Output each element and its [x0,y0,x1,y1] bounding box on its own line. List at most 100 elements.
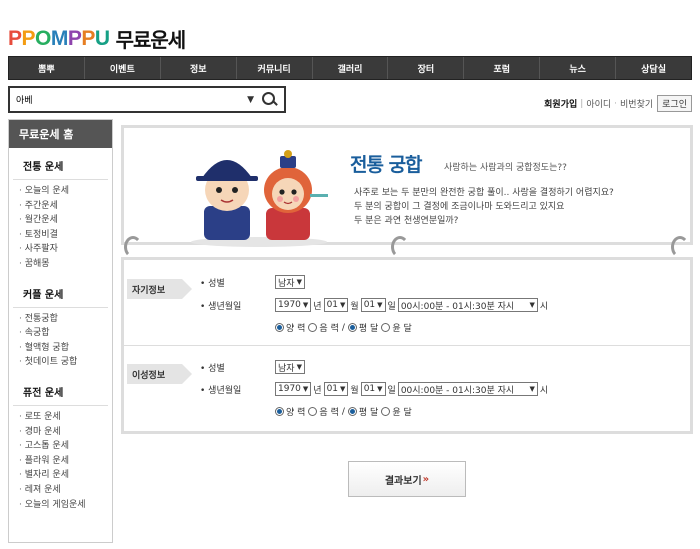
partner-day-select[interactable]: 01 ▼ [360,382,386,396]
radio-label: 평 달 [358,408,379,418]
gender-label: 성별 [200,361,225,374]
sidebar-item[interactable]: 고스톱 운세 [19,439,112,454]
month-unit: 월 [350,385,359,396]
binder-ring-icon [671,236,689,258]
sidebar-item[interactable]: 레져 운세 [19,483,112,498]
sidebar-item[interactable]: 경마 운세 [19,425,112,440]
divider: | [580,98,584,109]
binder-ring-icon [391,236,409,258]
search-icon[interactable] [260,91,278,109]
sidebar-section-couple: 커플 운세 전통궁합 속궁합 혈액형 궁합 첫데이트 궁합 [9,276,112,374]
sidebar-section-traditional: 전통 운세 오늘의 운세 주간운세 월간운세 토정비결 사주팔자 꿈해몽 [9,148,112,276]
search-dropdown-caret-icon[interactable]: ▼ [247,95,254,105]
sidebar-item[interactable]: 속궁합 [19,326,112,341]
sidebar-section-title: 전통 운세 [13,154,108,180]
sidebar-item[interactable]: 오늘의 게임운세 [19,498,112,513]
radio-label: 윤 달 [392,408,412,418]
banner-title: 전통 궁합 [350,154,423,176]
partner-lunar-radio[interactable] [308,407,318,416]
binder-ring-icon [124,236,142,258]
ppomppu-logo: PPOMPPU [8,26,110,50]
compatibility-form: 자기정보 성별 남자▼ 생년월일 1970▼ 년 01▼ 월 01▼ 일 00시… [121,257,693,434]
radio-label: 양 력 [286,408,306,418]
sidebar-item[interactable]: 전통궁합 [19,312,112,327]
partner-solar-radio[interactable] [275,407,284,416]
banner-subtitle: 사랑하는 사람과의 궁합정도는?? [444,163,567,173]
gender-label: 성별 [200,276,225,289]
sidebar-item[interactable]: 주간운세 [19,199,112,214]
radio-label: 음 력 [319,324,339,334]
partner-leap-month-radio[interactable] [381,407,391,416]
sidebar-item[interactable]: 오늘의 운세 [19,184,112,199]
nav-item-counsel[interactable]: 상담실 [616,57,691,79]
self-leap-month-radio[interactable] [381,323,391,332]
nav-item-community[interactable]: 커뮤니티 [237,57,313,79]
banner-description: 사주로 보는 두 분만의 완전한 궁합 풀이.. 사랑을 결정하기 어렵지요? … [354,186,614,228]
sidebar-item[interactable]: 월간운세 [19,213,112,228]
sidebar-item[interactable]: 플라워 운세 [19,454,112,469]
nav-item-gallery[interactable]: 갤러리 [313,57,389,79]
day-unit: 일 [387,385,396,396]
self-lunar-radio[interactable] [308,323,318,332]
double-chevron-right-icon: » [422,473,430,485]
birth-label: 생년월일 [200,299,241,312]
radio-label: 평 달 [358,324,379,334]
self-month-select[interactable]: 01 ▼ [323,298,349,312]
sidebar-item[interactable]: 혈액형 궁합 [19,341,112,356]
sidebar-item[interactable]: 사주팔자 [19,242,112,257]
year-unit: 년 [313,301,322,312]
nav-item-news[interactable]: 뉴스 [540,57,617,79]
nav-item-ppomppu[interactable]: 뽐뿌 [9,57,85,79]
login-button[interactable]: 로그인 [657,95,692,112]
partner-normal-month-radio[interactable] [347,407,357,416]
hour-unit: 시 [539,301,549,312]
sidebar-home[interactable]: 무료운세 홈 [9,120,112,148]
sidebar-section-title: 커플 운세 [13,282,108,308]
self-gender-select[interactable]: 남자 ▼ [275,275,305,289]
page-title: 무료운세 [115,28,187,52]
nav-item-info[interactable]: 정보 [161,57,237,79]
nav-item-event[interactable]: 이벤트 [85,57,161,79]
partner-year-select[interactable]: 1970 ▼ [275,382,312,396]
self-time-select[interactable]: 00시:00분 - 01시:30분 자시 ▼ [397,298,538,312]
sidebar-item[interactable]: 꿈해몽 [19,257,112,272]
self-year-select[interactable]: 1970 ▼ [275,298,312,312]
self-solar-radio[interactable] [275,323,284,332]
search-input[interactable] [10,88,248,111]
divider [124,345,690,346]
view-result-label: 결과보기 [384,475,422,487]
radio-separator: / [341,406,345,417]
nav-item-market[interactable]: 장터 [388,57,465,79]
nav-item-forum[interactable]: 포럼 [464,57,541,79]
sidebar-section-fusion: 퓨전 운세 로또 운세 경마 운세 고스톱 운세 플라워 운세 별자리 운세 레… [9,374,112,516]
radio-label: 음 력 [319,408,339,418]
partner-gender-select[interactable]: 남자 ▼ [275,360,305,374]
partner-time-select[interactable]: 00시:00분 - 01시:30분 자시 ▼ [397,382,538,396]
self-day-select[interactable]: 01 ▼ [360,298,386,312]
view-result-button[interactable]: 결과보기 » [348,461,466,497]
year-unit: 년 [313,385,322,396]
radio-label: 양 력 [286,324,306,334]
banner-line: 두 분은 과연 천생연분일까? [354,216,459,226]
sidebar-item[interactable]: 별자리 운세 [19,468,112,483]
sidebar-item[interactable]: 첫데이트 궁합 [19,355,112,370]
self-normal-month-radio[interactable] [347,323,357,332]
join-link[interactable]: 회원가입 [544,97,577,110]
banner: 전통 궁합 사랑하는 사람과의 궁합정도는?? 사주로 보는 두 분만의 완전한… [121,125,693,247]
user-links: 회원가입 | 아이디 · 비번찾기 로그인 [544,95,692,112]
banner-line: 사주로 보는 두 분만의 완전한 궁합 풀이.. 사랑을 결정하기 어렵지요? [354,188,614,198]
month-unit: 월 [350,301,359,312]
search-box: ▼ [8,86,286,113]
partner-month-select[interactable]: 01 ▼ [323,382,349,396]
divider: · [614,98,618,109]
sidebar-item[interactable]: 토정비결 [19,228,112,243]
radio-label: 윤 달 [392,324,412,334]
sidebar-item[interactable]: 로또 운세 [19,410,112,425]
sidebar: 무료운세 홈 전통 운세 오늘의 운세 주간운세 월간운세 토정비결 사주팔자 … [8,119,113,543]
birth-label: 생년월일 [200,383,241,396]
day-unit: 일 [387,301,396,312]
site-logo[interactable]: PPOMPPU 무료운세 [8,24,187,53]
find-password-link[interactable]: 비번찾기 [620,97,653,110]
find-id-link[interactable]: 아이디 [586,97,611,110]
banner-line: 두 분의 궁합이 그 결정에 조금이나마 도와드리고 있지요 [354,202,565,212]
